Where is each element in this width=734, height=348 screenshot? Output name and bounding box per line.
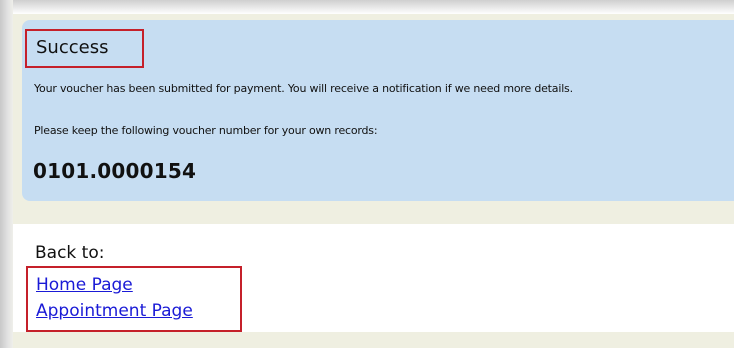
navigation-links-highlight: Home Page Appointment Page — [26, 266, 242, 332]
records-instruction: Please keep the following voucher number… — [34, 124, 378, 137]
back-to-label: Back to: — [35, 243, 105, 263]
left-edge — [0, 0, 13, 348]
page: Success Your voucher has been submitted … — [0, 0, 734, 348]
voucher-number: 0101.0000154 — [33, 159, 197, 183]
home-page-link[interactable]: Home Page — [36, 275, 133, 295]
success-title-highlight: Success — [25, 29, 144, 68]
appointment-page-link[interactable]: Appointment Page — [36, 301, 193, 321]
top-shadow — [0, 0, 734, 14]
bottom-band — [13, 332, 734, 348]
submission-message: Your voucher has been submitted for paym… — [34, 82, 573, 95]
success-title: Success — [36, 37, 109, 58]
